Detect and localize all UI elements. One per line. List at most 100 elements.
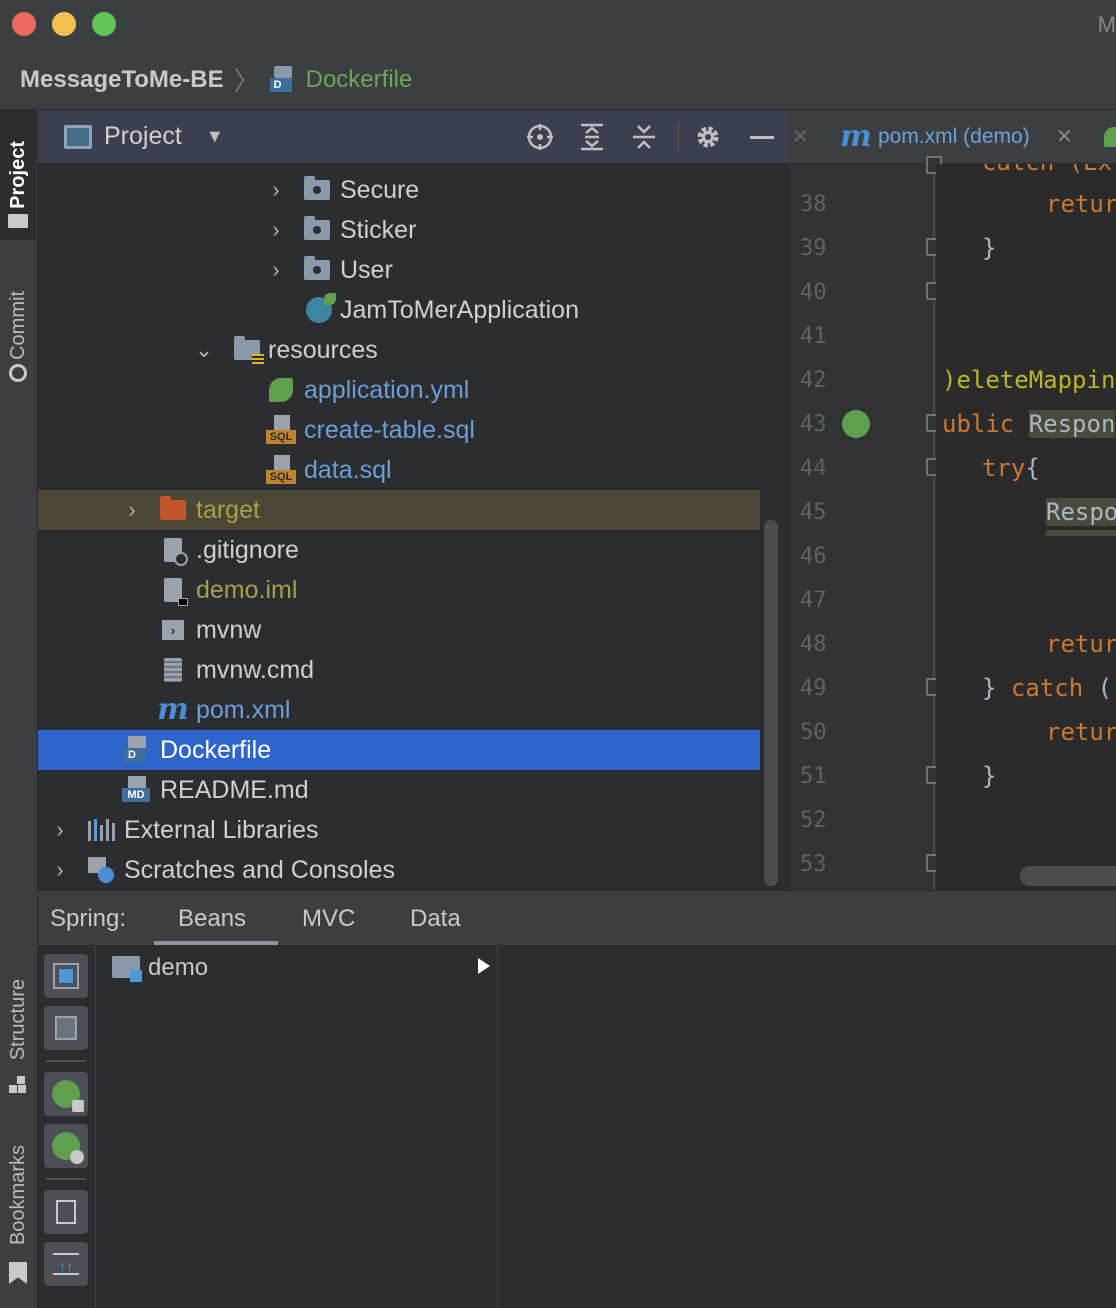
close-window-button[interactable]	[12, 12, 36, 36]
tree-row-label: data.sql	[304, 455, 392, 484]
tree-row-label: README.md	[160, 775, 309, 804]
tree-row-label: mvnw	[196, 615, 262, 644]
line-number: 41	[800, 324, 827, 349]
project-panel-header: Project ▼	[38, 110, 790, 164]
project-tool-tab-label: Project	[6, 141, 29, 209]
module-file-icon	[158, 575, 188, 606]
show-files-button[interactable]	[44, 1006, 88, 1050]
tree-row-label: Secure	[340, 175, 420, 204]
tree-row-label: Sticker	[340, 215, 417, 244]
breadcrumb-project[interactable]: MessageToMe-BE	[20, 66, 224, 94]
sql-file-icon: SQL	[266, 415, 296, 445]
structure-tool-tab-label: Structure	[6, 979, 29, 1061]
expand-chevron-icon[interactable]: ›	[266, 257, 286, 283]
tree-row-label: target	[196, 495, 260, 524]
tree-row-scratches[interactable]: › Scratches and Consoles	[38, 850, 760, 890]
structure-tool-tab[interactable]: Structure	[0, 960, 36, 1080]
line-number: 46	[800, 544, 827, 569]
duplicate-icon	[56, 1200, 76, 1224]
tree-row-demo-iml[interactable]: demo.iml	[38, 570, 760, 610]
tree-row-label: pom.xml	[196, 695, 291, 724]
tree-row-secure[interactable]: › Secure	[38, 170, 760, 210]
tree-row-pom-xml[interactable]: m pom.xml	[38, 690, 760, 730]
spring-panel-tabs: Spring: Beans MVC Data	[38, 890, 1116, 946]
line-number: 45	[800, 500, 827, 525]
spring-security-button[interactable]	[44, 1072, 88, 1116]
tree-row-gitignore[interactable]: .gitignore	[38, 530, 760, 570]
copy-button[interactable]	[44, 1190, 88, 1234]
package-folder-icon	[302, 175, 332, 205]
code-editor[interactable]: catch (Ex retur } )eleteMappin ublic Res…	[936, 164, 1116, 890]
toolbar-separator	[46, 1178, 86, 1180]
libraries-icon	[86, 815, 116, 845]
tree-row-mvnw-cmd[interactable]: mvnw.cmd	[38, 650, 760, 690]
tree-row-resources[interactable]: ⌄ resources	[38, 330, 760, 370]
spring-config-icon	[266, 375, 296, 405]
spring-tree-item-demo[interactable]: demo	[148, 954, 208, 982]
expand-chevron-icon[interactable]: ›	[266, 177, 286, 203]
spring-tab-icon[interactable]	[1104, 126, 1116, 147]
tree-row-sticker[interactable]: › Sticker	[38, 210, 760, 250]
breadcrumb: MessageToMe-BE 〉 D Dockerfile	[0, 50, 1116, 110]
spring-panel-label: Spring:	[50, 905, 127, 932]
structure-icon	[9, 1076, 27, 1094]
locate-file-button[interactable]	[524, 122, 556, 152]
code-line: try{	[982, 454, 1040, 482]
close-tab-icon[interactable]: ✕	[1056, 124, 1073, 149]
tree-row-application-yml[interactable]: application.yml	[38, 370, 760, 410]
expand-chevron-icon[interactable]: ›	[50, 817, 70, 843]
spring-config-button[interactable]	[44, 1124, 88, 1168]
expand-triangle-icon[interactable]	[478, 958, 490, 974]
commit-icon	[9, 364, 27, 382]
breadcrumb-file[interactable]: D Dockerfile	[269, 65, 412, 94]
tab-mvc[interactable]: MVC	[302, 905, 355, 933]
tree-row-create-table-sql[interactable]: SQL create-table.sql	[38, 410, 760, 450]
line-number: 44	[800, 456, 827, 481]
tree-row-application-class[interactable]: JamToMerApplication	[38, 290, 760, 330]
tree-row-user[interactable]: › User	[38, 250, 760, 290]
tab-beans[interactable]: Beans	[178, 905, 246, 933]
zoom-window-button[interactable]	[92, 12, 116, 36]
minimize-window-button[interactable]	[52, 12, 76, 36]
tree-row-readme[interactable]: MD README.md	[38, 770, 760, 810]
tree-row-label: create-table.sql	[304, 415, 475, 444]
tree-row-dockerfile[interactable]: D Dockerfile	[38, 730, 760, 770]
expand-diagram-button[interactable]: ↑↑	[44, 1242, 88, 1286]
close-tab-icon[interactable]: ✕	[792, 124, 809, 149]
code-token: {	[1025, 454, 1040, 482]
expand-all-button[interactable]	[576, 122, 608, 152]
expand-chevron-icon[interactable]: ›	[266, 217, 286, 243]
expand-chevron-icon[interactable]: ›	[122, 497, 142, 523]
collapse-chevron-icon[interactable]: ⌄	[194, 337, 214, 363]
project-panel-title[interactable]: Project	[104, 122, 182, 151]
left-tool-strip: Project Commit Structure Bookmarks	[0, 110, 38, 1308]
bookmarks-tool-tab[interactable]: Bookmarks	[0, 1130, 36, 1260]
tree-row-data-sql[interactable]: SQL data.sql	[38, 450, 760, 490]
dockerfile-icon: D	[122, 735, 152, 765]
editor-horizontal-scrollbar[interactable]	[946, 862, 1116, 890]
editor-tab-pom[interactable]: pom.xml (demo)	[878, 125, 1030, 149]
tree-row-external-libraries[interactable]: › External Libraries	[38, 810, 760, 850]
hide-panel-button[interactable]	[746, 122, 778, 152]
line-number: 47	[800, 588, 827, 613]
project-window-icon	[64, 124, 92, 149]
settings-button[interactable]	[692, 122, 724, 152]
project-tree-scrollbar[interactable]	[764, 520, 778, 886]
code-token: }	[982, 674, 1011, 702]
tree-row-label: User	[340, 255, 393, 284]
line-number: 51	[800, 764, 827, 789]
tree-row-mvnw[interactable]: › mvnw	[38, 610, 760, 650]
collapse-all-button[interactable]	[628, 122, 660, 152]
view-dropdown-icon[interactable]: ▼	[206, 126, 224, 147]
run-endpoint-icon[interactable]	[842, 410, 870, 438]
editor-tab-bar: ✕ m pom.xml (demo) ✕	[790, 110, 1116, 164]
tree-row-target[interactable]: › target	[38, 490, 760, 530]
select-in-tree-button[interactable]	[44, 954, 88, 998]
code-line: retur	[1046, 190, 1116, 218]
line-number: 43	[800, 412, 827, 437]
scrollbar-thumb[interactable]	[1020, 866, 1116, 886]
expand-chevron-icon[interactable]: ›	[50, 857, 70, 883]
code-line: retur	[1046, 630, 1116, 658]
ignore-file-icon	[158, 535, 188, 566]
tab-data[interactable]: Data	[410, 905, 461, 933]
